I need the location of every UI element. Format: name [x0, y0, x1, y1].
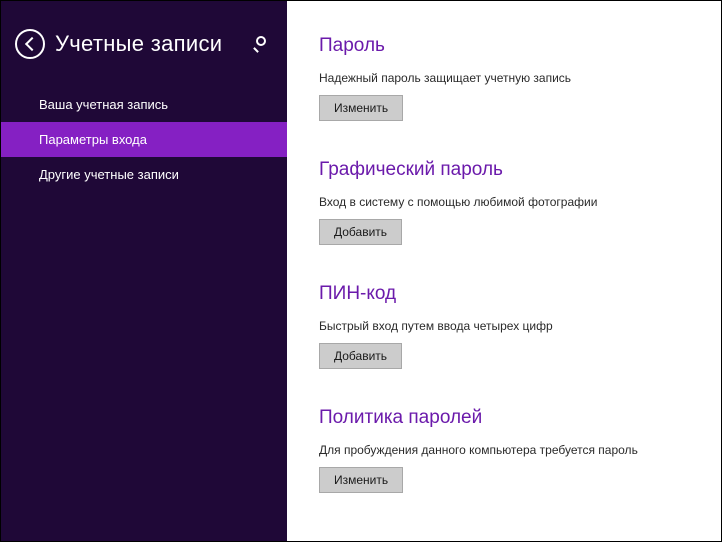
- section-title: Графический пароль: [319, 159, 689, 181]
- section-title: Пароль: [319, 35, 689, 57]
- back-button[interactable]: [15, 29, 45, 59]
- search-icon[interactable]: [253, 36, 269, 52]
- sidebar-item-your-account[interactable]: Ваша учетная запись: [1, 87, 287, 122]
- sidebar-title: Учетные записи: [55, 31, 253, 57]
- sidebar-item-other-accounts[interactable]: Другие учетные записи: [1, 157, 287, 192]
- section-desc: Надежный пароль защищает учетную запись: [319, 71, 689, 85]
- sidebar-nav: Ваша учетная запись Параметры входа Друг…: [1, 87, 287, 192]
- sidebar-item-label: Ваша учетная запись: [39, 97, 168, 112]
- change-password-button[interactable]: Изменить: [319, 95, 403, 121]
- add-pin-button[interactable]: Добавить: [319, 343, 402, 369]
- section-title: ПИН-код: [319, 283, 689, 305]
- section-title: Политика паролей: [319, 407, 689, 429]
- sidebar-item-signin-options[interactable]: Параметры входа: [1, 122, 287, 157]
- arrow-left-icon: [24, 37, 38, 51]
- section-picture-password: Графический пароль Вход в систему с помо…: [319, 159, 689, 245]
- sidebar-header: Учетные записи: [1, 1, 287, 87]
- sidebar-item-label: Другие учетные записи: [39, 167, 179, 182]
- sidebar: Учетные записи Ваша учетная запись Парам…: [1, 1, 287, 541]
- change-policy-button[interactable]: Изменить: [319, 467, 403, 493]
- section-desc: Вход в систему с помощью любимой фотогра…: [319, 195, 689, 209]
- section-pin: ПИН-код Быстрый вход путем ввода четырех…: [319, 283, 689, 369]
- content-pane: Пароль Надежный пароль защищает учетную …: [287, 1, 721, 541]
- section-password: Пароль Надежный пароль защищает учетную …: [319, 35, 689, 121]
- section-desc: Быстрый вход путем ввода четырех цифр: [319, 319, 689, 333]
- sidebar-item-label: Параметры входа: [39, 132, 147, 147]
- add-picture-password-button[interactable]: Добавить: [319, 219, 402, 245]
- section-desc: Для пробуждения данного компьютера требу…: [319, 443, 689, 457]
- section-password-policy: Политика паролей Для пробуждения данного…: [319, 407, 689, 493]
